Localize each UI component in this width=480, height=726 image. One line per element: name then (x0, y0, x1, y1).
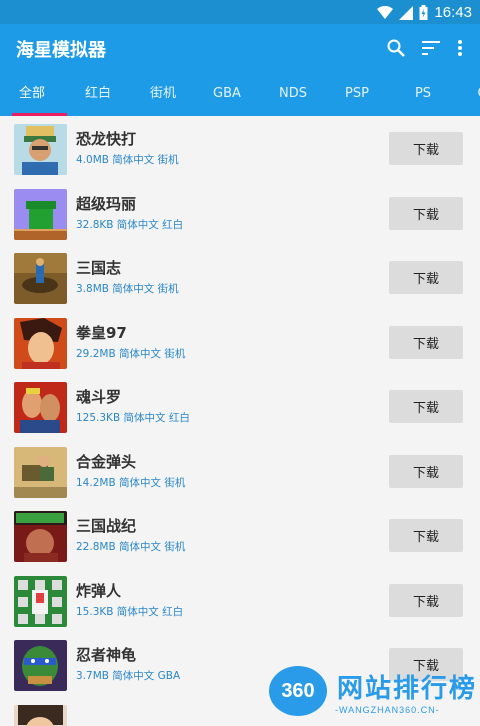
game-thumbnail (14, 446, 67, 498)
signal-icon (399, 5, 414, 20)
download-button[interactable]: 下载 (389, 454, 463, 488)
status-bar: 16:43 (0, 0, 480, 24)
game-list: 恐龙快打 4.0MB 简体中文 街机 下载 超级玛丽 32.8KB 简体中文 红… (0, 116, 480, 726)
game-name: 忍者神龟 (76, 646, 137, 664)
app-title: 海星模拟器 (16, 40, 106, 61)
download-button[interactable]: 下载 (389, 390, 463, 423)
app-bar: 海星模拟器 (0, 24, 480, 72)
download-button[interactable]: 下载 (389, 261, 463, 294)
game-name: 炸弹人 (76, 581, 122, 600)
game-meta: 29.2MB 简体中文 街机 (76, 347, 186, 360)
tab-ps[interactable]: PS (403, 72, 443, 116)
search-icon[interactable] (384, 34, 408, 62)
list-item[interactable]: 炸弹人 15.3KB 简体中文 红白 下载 (0, 568, 480, 633)
game-thumbnail (14, 253, 67, 304)
game-thumbnail (14, 575, 67, 627)
game-meta: 14.2MB 简体中文 街机 (76, 476, 186, 489)
watermark-badge: 360 (269, 666, 327, 716)
game-name: 三国战纪 (76, 517, 137, 535)
tab-gba[interactable]: GBA (207, 72, 247, 116)
game-name: 合金弹头 (76, 452, 137, 471)
sort-icon[interactable] (419, 34, 443, 62)
game-name: 魂斗罗 (76, 388, 122, 406)
tab-arcade[interactable]: 街机 (143, 72, 183, 116)
download-button[interactable]: 下载 (389, 196, 463, 230)
game-thumbnail (14, 640, 67, 691)
game-thumbnail (14, 317, 67, 369)
game-meta: 4.0MB 简体中文 街机 (76, 154, 179, 166)
game-name: 超级玛丽 (76, 194, 137, 213)
game-meta: 3.7MB 简体中文 GBA (76, 670, 181, 682)
download-button[interactable]: 下载 (389, 583, 463, 617)
battery-icon (419, 5, 428, 20)
more-vert-icon[interactable] (448, 34, 472, 62)
list-item[interactable]: 拳皇97 29.2MB 简体中文 街机 下载 (0, 310, 480, 375)
tab-nds[interactable]: NDS (273, 72, 313, 116)
status-icons: 16:43 (377, 4, 472, 21)
watermark-text: 网站排行榜 (337, 674, 478, 704)
game-meta: 3.8MB 简体中文 街机 (76, 283, 179, 295)
game-thumbnail (14, 704, 67, 726)
game-thumbnail (14, 124, 67, 175)
tab-nes[interactable]: 红白 (78, 72, 118, 116)
download-button[interactable]: 下载 (389, 132, 463, 165)
game-meta: 125.3KB 简体中文 红白 (76, 412, 190, 424)
list-item[interactable]: 魂斗罗 125.3KB 简体中文 红白 下载 (0, 374, 480, 439)
tab-psp[interactable]: PSP (337, 72, 377, 116)
tab-c[interactable]: C (472, 72, 480, 116)
list-item[interactable]: 超级玛丽 32.8KB 简体中文 红白 下载 (0, 181, 480, 246)
watermark-url: -WANGZHAN360.CN- (335, 705, 440, 715)
tab-all[interactable]: 全部 (12, 72, 52, 116)
wifi-icon (377, 5, 394, 19)
status-time: 16:43 (434, 4, 472, 21)
game-name: 拳皇97 (76, 323, 127, 342)
game-thumbnail (14, 511, 67, 562)
game-name: 恐龙快打 (76, 130, 137, 148)
list-item[interactable]: 合金弹头 14.2MB 简体中文 街机 下载 (0, 439, 480, 504)
category-tabs: 全部 红白 街机 GBA NDS PSP PS C (0, 72, 480, 116)
download-button[interactable]: 下载 (389, 325, 463, 359)
game-meta: 15.3KB 简体中文 红白 (76, 605, 184, 618)
game-meta: 22.8MB 简体中文 街机 (76, 541, 186, 553)
game-name: 三国志 (76, 259, 122, 277)
list-item[interactable]: 三国战纪 22.8MB 简体中文 街机 下载 (0, 503, 480, 568)
download-button[interactable]: 下载 (389, 519, 463, 552)
list-item[interactable]: 恐龙快打 4.0MB 简体中文 街机 下载 (0, 116, 480, 181)
game-thumbnail (14, 188, 67, 240)
watermark: 360 网站排行榜 -WANGZHAN360.CN- (265, 660, 480, 726)
game-thumbnail (14, 382, 67, 433)
list-item[interactable]: 三国志 3.8MB 简体中文 街机 下载 (0, 245, 480, 310)
game-meta: 32.8KB 简体中文 红白 (76, 218, 184, 231)
